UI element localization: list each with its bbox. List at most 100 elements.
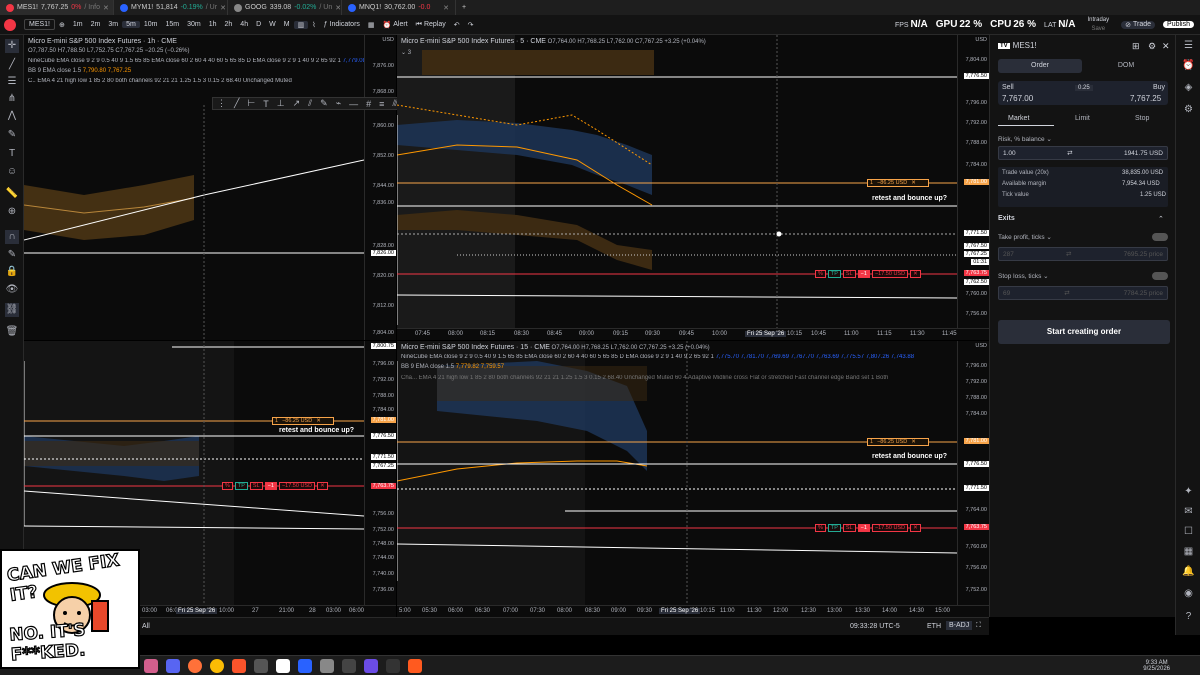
tab-stop[interactable]: Stop	[1135, 115, 1149, 122]
channel-tool-icon[interactable]: ⫽	[308, 98, 312, 109]
firefox-icon[interactable]	[188, 658, 202, 673]
browser-tab[interactable]: MYM1! 51,814 -0.19% / Ur ✕	[114, 0, 228, 15]
price-axis[interactable]: USD 7,876.00 7,868.00 7,860.00 7,852.00 …	[364, 35, 396, 340]
interval-m[interactable]: M	[280, 21, 294, 28]
replay-button[interactable]: ⏮ Replay	[412, 21, 450, 29]
close-tab-icon[interactable]: ✕	[103, 4, 109, 12]
layout-menu[interactable]: Intraday Save	[1083, 17, 1113, 33]
link-icon[interactable]: ⛓	[5, 303, 19, 317]
horizontal-lines-icon[interactable]: ☰	[5, 75, 19, 89]
streams-icon[interactable]: ◉	[1182, 587, 1195, 600]
close-order-icon[interactable]: ✕	[314, 418, 323, 424]
chrome-icon[interactable]	[210, 658, 224, 673]
price-axis[interactable]: 7,800.75 7,796.00 7,792.00 7,788.00 7,78…	[364, 341, 396, 617]
order-tag[interactable]: 1 −86.25 USD ✕	[867, 438, 929, 446]
candle-type-icon[interactable]: ▥	[293, 20, 309, 29]
drag-handle-icon[interactable]: ⋮	[217, 98, 226, 109]
add-symbol-icon[interactable]: ⊕	[55, 21, 69, 29]
tab-order[interactable]: Order	[998, 59, 1082, 73]
trash-icon[interactable]: 🗑	[5, 325, 19, 339]
chart-style-icon[interactable]: ⌇	[308, 21, 319, 29]
browser-tab[interactable]: MES1! 7,767.25 0% / Info ✕	[0, 0, 114, 15]
trendline-icon[interactable]: ╱	[5, 58, 19, 72]
undo-icon[interactable]: ↶	[450, 21, 464, 29]
price-axis[interactable]: USD 7,804.00 7,776.50 7,796.00 7,792.00 …	[957, 35, 989, 340]
position-pct[interactable]: %	[815, 524, 826, 532]
layers-icon[interactable]: ◈	[1182, 81, 1195, 94]
settings-icon[interactable]: ⚙	[1148, 41, 1156, 52]
sell-label[interactable]: Sell	[1002, 84, 1014, 91]
watchlist-icon[interactable]: ☰	[1182, 39, 1195, 52]
position-tag[interactable]: % TP SL −1 −17.50 USD ✕	[222, 482, 328, 490]
tab-market[interactable]: Market	[1008, 115, 1029, 122]
chart-pane-1h[interactable]: Micro E-mini S&P 500 Index Futures · 1h …	[24, 35, 396, 340]
order-tag[interactable]: 1 −86.25 USD ✕	[867, 179, 929, 187]
notification-icon[interactable]: 🔔	[1182, 565, 1195, 578]
lock-drawing-icon[interactable]: ✎	[5, 248, 19, 262]
ideas-icon[interactable]: ⚙	[1182, 103, 1195, 116]
text-icon[interactable]: T	[5, 147, 19, 161]
zoom-icon[interactable]: ⊕	[5, 205, 19, 219]
calendar-icon[interactable]: ▦	[1182, 545, 1195, 558]
close-tab-icon[interactable]: ✕	[443, 4, 449, 12]
templates-icon[interactable]: ▦	[364, 21, 379, 29]
close-tab-icon[interactable]: ✕	[335, 4, 341, 12]
position-pct[interactable]: %	[815, 270, 826, 278]
interval-5m[interactable]: 5m	[122, 21, 140, 28]
collapsed-indicators[interactable]: ⌄ 3	[401, 49, 411, 56]
interval-10m[interactable]: 10m	[140, 21, 162, 28]
take-profit-input[interactable]: 287 ⇄ 7695.25 price	[998, 247, 1168, 261]
close-order-icon[interactable]: ✕	[909, 180, 918, 186]
pitchfork-icon[interactable]: ⋔	[5, 92, 19, 106]
collapse-icon[interactable]: ⌃	[1158, 215, 1164, 223]
anchor-tool-icon[interactable]: ⊥	[277, 98, 285, 109]
brush-icon[interactable]: ✎	[5, 128, 19, 142]
pattern-icon[interactable]: ⋀	[5, 109, 19, 123]
arrow-tool-icon[interactable]: ↗	[293, 98, 301, 109]
smile-icon[interactable]: ☺	[5, 165, 19, 179]
position-tag[interactable]: % TP SL −1 −17.50 USD ✕	[815, 270, 921, 278]
system-clock[interactable]: 9:33 AM 9/25/2026	[1143, 660, 1200, 672]
position-tag[interactable]: % TP SL −1 −17.50 USD ✕	[815, 524, 921, 532]
tab-dom[interactable]: DOM	[1084, 59, 1168, 73]
task-icon[interactable]	[166, 658, 180, 673]
risk-input[interactable]: 1.00 ⇄ 1941.75 USD	[998, 146, 1168, 160]
interval-2m[interactable]: 2m	[87, 21, 105, 28]
app-icon[interactable]	[342, 658, 356, 673]
text-annotation[interactable]: retest and bounce up?	[872, 453, 947, 460]
magnet-icon[interactable]: ∩	[5, 230, 19, 244]
start-creating-order-button[interactable]: Start creating order	[998, 320, 1170, 344]
stop-loss-input[interactable]: 69 ⇄ 7784.25 price	[998, 286, 1168, 300]
text-annotation[interactable]: retest and bounce up?	[279, 427, 354, 434]
time-axis[interactable]: 5:00 05:30 06:00 06:30 07:00 07:30 08:00…	[397, 605, 989, 617]
stop-loss-toggle[interactable]	[1152, 272, 1168, 280]
interval-1h[interactable]: 1h	[205, 21, 221, 28]
all-range-button[interactable]: All	[142, 623, 150, 630]
stop-loss-button[interactable]: SL	[842, 524, 856, 532]
fullscreen-icon[interactable]: ⛶	[976, 622, 981, 630]
interval-3m[interactable]: 3m	[104, 21, 122, 28]
take-profit-button[interactable]: TP	[827, 524, 841, 532]
clock-label[interactable]: 09:33:28 UTC-5	[850, 623, 900, 630]
take-profit-label[interactable]: Take profit, ticks ⌄	[998, 233, 1052, 241]
app-icon[interactable]	[386, 658, 400, 673]
grid-tool-icon[interactable]: #	[366, 99, 371, 109]
app-icon[interactable]	[298, 658, 312, 673]
help-icon[interactable]: ?	[1182, 610, 1195, 623]
stop-loss-button[interactable]: SL	[249, 482, 263, 490]
publish-button[interactable]: Publish	[1163, 21, 1194, 28]
adjustment-button[interactable]: B-ADJ	[946, 621, 973, 630]
swap-icon[interactable]: ⇄	[1066, 250, 1071, 258]
redo-icon[interactable]: ↷	[464, 21, 478, 29]
close-position-icon[interactable]: ✕	[910, 524, 921, 532]
risk-label[interactable]: Risk, % balance ⌄	[998, 135, 1052, 143]
lock-icon[interactable]: 🔒	[5, 265, 19, 279]
interval-15m[interactable]: 15m	[161, 21, 183, 28]
avatar[interactable]	[0, 18, 20, 31]
trade-button[interactable]: ⊘ Trade	[1121, 20, 1156, 29]
price-axis[interactable]: USD 7,796.00 7,792.00 7,788.00 7,784.00 …	[957, 341, 989, 617]
chat-icon[interactable]: ✉	[1182, 505, 1195, 518]
app-icon[interactable]	[364, 658, 378, 673]
crosshair-icon[interactable]: ✛	[5, 39, 19, 53]
new-tab-button[interactable]: +	[456, 0, 476, 15]
